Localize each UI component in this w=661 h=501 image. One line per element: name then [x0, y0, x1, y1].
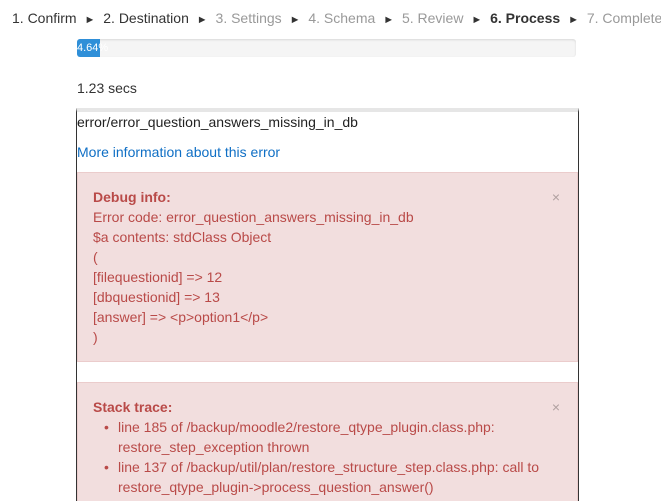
more-info-link[interactable]: More information about this error: [77, 144, 280, 160]
step-arrow-icon: ►: [84, 14, 96, 26]
step-confirm: 1. Confirm: [12, 10, 77, 26]
stack-trace-list: • line 185 of /backup/moodle2/restore_qt…: [93, 417, 553, 497]
stack-trace-alert: Stack trace: × • line 185 of /backup/moo…: [77, 382, 578, 501]
step-arrow-icon: ►: [471, 14, 483, 26]
stack-trace-item: • line 185 of /backup/moodle2/restore_qt…: [93, 417, 553, 457]
debug-line: Error code: error_question_answers_missi…: [93, 209, 414, 225]
elapsed-time: 1.23 secs: [77, 80, 137, 96]
restore-progress-bar: 4.64%: [77, 39, 576, 57]
debug-line: (: [93, 249, 98, 265]
step-schema: 4. Schema: [308, 10, 376, 26]
stack-trace-text: line 185 of /backup/moodle2/restore_qtyp…: [118, 419, 495, 455]
close-icon[interactable]: ×: [552, 187, 560, 207]
debug-line: $a contents: stdClass Object: [93, 229, 272, 245]
debug-info-title: Debug info:: [93, 189, 171, 205]
bullet-icon: •: [104, 459, 109, 475]
step-review: 5. Review: [401, 10, 464, 26]
debug-line: ): [93, 329, 98, 345]
error-panel: error/error_question_answers_missing_in_…: [76, 108, 579, 501]
debug-info-lines: Error code: error_question_answers_missi…: [93, 207, 414, 347]
debug-info-alert: Debug info: × Error code: error_question…: [77, 172, 578, 362]
restore-stepper: 1. Confirm ► 2. Destination ► 3. Setting…: [12, 9, 661, 29]
step-arrow-icon: ►: [568, 14, 579, 26]
stack-trace-item: • line 137 of /backup/util/plan/restore_…: [93, 457, 553, 497]
stack-trace-text: line 137 of /backup/util/plan/restore_st…: [118, 459, 540, 495]
step-arrow-icon: ►: [289, 14, 301, 26]
step-settings: 3. Settings: [215, 10, 282, 26]
bullet-icon: •: [104, 419, 109, 435]
step-destination: 2. Destination: [103, 10, 189, 26]
step-arrow-icon: ►: [196, 14, 208, 26]
debug-line: [answer] => <p>option1</p>: [93, 309, 269, 325]
step-process: 6. Process: [490, 10, 561, 26]
error-code-line: error/error_question_answers_missing_in_…: [77, 114, 358, 130]
progress-label: 4.64%: [77, 42, 109, 54]
progress-fill: 4.64%: [77, 39, 108, 57]
close-icon[interactable]: ×: [552, 397, 560, 417]
step-complete: 7. Complete: [586, 10, 661, 26]
debug-line: [filequestionid] => 12: [93, 269, 223, 285]
step-arrow-icon: ►: [383, 14, 395, 26]
debug-line: [dbquestionid] => 13: [93, 289, 220, 305]
stack-trace-title: Stack trace:: [93, 399, 173, 415]
